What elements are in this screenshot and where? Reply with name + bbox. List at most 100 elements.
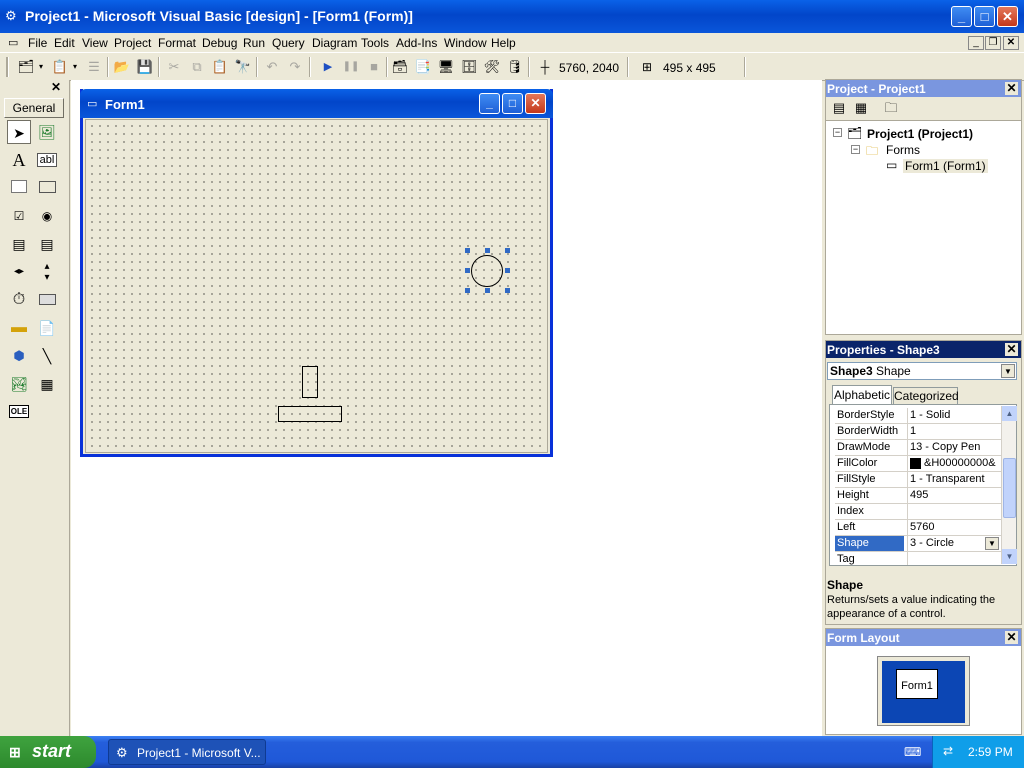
project-panel-title[interactable]: Project - Project1: [826, 80, 1021, 97]
selection-handle[interactable]: [505, 288, 510, 293]
menu-file[interactable]: File: [28, 36, 47, 50]
dirlist-tool-icon[interactable]: ▬: [7, 316, 31, 340]
selection-handle[interactable]: [465, 248, 470, 253]
pointer-tool-icon[interactable]: ➤: [7, 120, 31, 144]
rectangle-shape-vertical[interactable]: [302, 366, 318, 398]
tab-alphabetic[interactable]: Alphabetic: [832, 385, 892, 404]
optionbutton-tool-icon[interactable]: ◉: [35, 204, 59, 228]
property-row-selected[interactable]: Shape 3 - Circle ▼: [835, 536, 1002, 552]
form-close-button[interactable]: ✕: [525, 93, 546, 114]
selection-handle[interactable]: [465, 268, 470, 273]
shape-tool-icon[interactable]: ⬢: [7, 344, 31, 368]
frame-tool-icon[interactable]: [7, 176, 31, 200]
property-grid-scrollbar[interactable]: ▲ ▼: [1001, 406, 1017, 564]
line-tool-icon[interactable]: ╲: [35, 344, 59, 368]
menu-debug[interactable]: Debug: [202, 36, 237, 50]
property-row[interactable]: BorderWidth 1: [835, 424, 1002, 440]
picturebox-tool-icon[interactable]: 🖼: [35, 120, 59, 144]
selection-handle[interactable]: [465, 288, 470, 293]
menu-tools[interactable]: Tools: [361, 36, 389, 50]
project-panel-close-icon[interactable]: ✕: [1005, 82, 1018, 95]
menu-editor-icon[interactable]: ☰: [84, 58, 104, 76]
property-row[interactable]: DrawMode 13 - Copy Pen: [835, 440, 1002, 456]
properties-panel-title[interactable]: Properties - Shape3: [826, 341, 1021, 358]
form-layout-title[interactable]: Form Layout: [826, 629, 1021, 646]
tab-categorized[interactable]: Categorized: [893, 387, 959, 404]
minimize-button[interactable]: _: [951, 6, 972, 27]
rectangle-shape-horizontal[interactable]: [278, 406, 342, 422]
menu-add-ins[interactable]: Add-Ins: [396, 36, 437, 50]
maximize-button[interactable]: □: [974, 6, 995, 27]
menu-diagram[interactable]: Diagram: [312, 36, 357, 50]
data-tool-icon[interactable]: ▦: [35, 372, 59, 396]
vb-app-icon[interactable]: ⚙: [5, 8, 21, 24]
drivelist-tool-icon[interactable]: [35, 288, 59, 312]
toolbox-tab-general[interactable]: General: [4, 98, 64, 118]
checkbox-tool-icon[interactable]: ☑: [7, 204, 31, 228]
selection-handle[interactable]: [485, 288, 490, 293]
toggle-folders-icon[interactable]: 🗀: [881, 99, 901, 117]
save-project-icon[interactable]: 💾: [135, 58, 155, 76]
property-row[interactable]: BorderStyle 1 - Solid: [835, 408, 1002, 424]
mdi-form-icon[interactable]: ▭: [8, 36, 18, 49]
toolbox-icon[interactable]: 🛠: [482, 58, 502, 76]
form-design-surface[interactable]: [85, 119, 548, 453]
form1-layout-preview[interactable]: Form1: [896, 669, 938, 699]
main-title-bar[interactable]: ⚙ Project1 - Microsoft Visual Basic [des…: [0, 0, 1024, 33]
paste-icon[interactable]: 📋: [210, 58, 230, 76]
value-dropdown-icon[interactable]: ▼: [985, 537, 999, 550]
object-selector-combo[interactable]: Shape3 Shape ▼: [827, 362, 1017, 380]
add-project-icon[interactable]: 🗂: [16, 58, 36, 76]
add-project-dropdown-icon[interactable]: ▾: [36, 58, 46, 76]
keyboard-tray-icon[interactable]: ⌨: [904, 745, 921, 759]
form-layout-close-icon[interactable]: ✕: [1005, 631, 1018, 644]
tree-form1-item[interactable]: Form1 (Form1): [903, 159, 988, 173]
menu-format[interactable]: Format: [158, 36, 196, 50]
scroll-thumb[interactable]: [1003, 458, 1016, 518]
property-row[interactable]: Tag: [835, 552, 1002, 565]
menu-query[interactable]: Query: [272, 36, 305, 50]
label-tool-icon[interactable]: A: [7, 148, 31, 172]
open-project-icon[interactable]: 📂: [112, 58, 132, 76]
start-icon[interactable]: ▶: [318, 58, 338, 76]
cut-icon[interactable]: ✂: [164, 58, 184, 76]
start-button[interactable]: ⊞ start: [0, 736, 96, 768]
break-icon[interactable]: ❚❚: [341, 58, 361, 76]
listbox-tool-icon[interactable]: ▤: [35, 232, 59, 256]
timer-tool-icon[interactable]: ⏱: [7, 288, 31, 312]
form1-designer-window[interactable]: ▭ Form1 _ □ ✕: [80, 89, 553, 457]
end-icon[interactable]: ■: [364, 58, 384, 76]
mdi-minimize-button[interactable]: _: [968, 36, 984, 50]
mdi-restore-button[interactable]: ❐: [985, 36, 1001, 50]
undo-icon[interactable]: ↶: [262, 58, 282, 76]
menu-window[interactable]: Window: [444, 36, 487, 50]
object-browser-icon[interactable]: 🗄: [459, 58, 479, 76]
menu-project[interactable]: Project: [114, 36, 151, 50]
form-icon[interactable]: ▭: [87, 97, 97, 110]
mdi-close-button[interactable]: ✕: [1003, 36, 1019, 50]
redo-icon[interactable]: ↷: [285, 58, 305, 76]
toolbox-close-icon[interactable]: ✕: [49, 81, 63, 94]
selection-handle[interactable]: [485, 248, 490, 253]
menu-view[interactable]: View: [82, 36, 108, 50]
form-maximize-button[interactable]: □: [502, 93, 523, 114]
close-button[interactable]: ✕: [997, 6, 1018, 27]
copy-icon[interactable]: ⧉: [187, 58, 207, 76]
combobox-tool-icon[interactable]: ▤: [7, 232, 31, 256]
image-tool-icon[interactable]: 🏞: [7, 372, 31, 396]
data-view-icon[interactable]: 🛢: [505, 58, 525, 76]
menu-run[interactable]: Run: [243, 36, 265, 50]
tree-project-root[interactable]: Project1 (Project1): [867, 127, 973, 141]
view-object-icon[interactable]: ▦: [851, 99, 871, 117]
toolbar-grip[interactable]: [6, 57, 9, 77]
textbox-tool-icon[interactable]: abl: [35, 148, 59, 172]
properties-window-icon[interactable]: 📑: [413, 58, 433, 76]
menu-help[interactable]: Help: [491, 36, 516, 50]
tree-forms-folder[interactable]: Forms: [886, 143, 920, 157]
form1-title-bar[interactable]: ▭ Form1 _ □ ✕: [80, 89, 553, 118]
property-row[interactable]: FillColor &H00000000&: [835, 456, 1002, 472]
properties-panel-close-icon[interactable]: ✕: [1005, 343, 1018, 356]
hscrollbar-tool-icon[interactable]: ◂▸: [7, 260, 31, 284]
vscrollbar-tool-icon[interactable]: ▴ ▾: [35, 260, 59, 284]
find-icon[interactable]: 🔭: [233, 58, 253, 76]
